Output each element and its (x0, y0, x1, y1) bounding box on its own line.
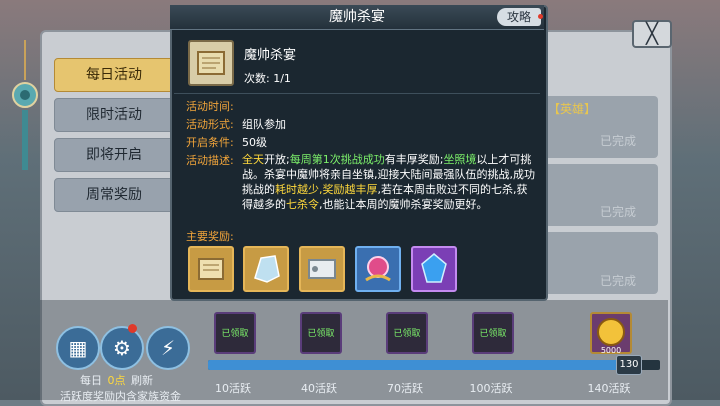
tab-limited-activity[interactable]: 限时活动 (54, 98, 174, 132)
desc-highlight: 耗时越少,奖励越丰厚 (275, 183, 378, 196)
daily-label: 每日 (80, 374, 102, 387)
status-completed: 已完成 (600, 205, 637, 219)
milestone-chest-10[interactable]: 已领取 (214, 312, 256, 354)
calendar-icon: ▦ (68, 336, 88, 360)
gear-icon: ⚙ (113, 336, 131, 360)
activity-progress-fill (208, 360, 628, 370)
lightning-icon: ⚡ (160, 336, 176, 360)
progress-value-badge: 130 (616, 355, 642, 375)
milestone-chest-70[interactable]: 已领取 (386, 312, 428, 354)
milestone-coin-140[interactable]: 5000 (590, 312, 632, 355)
milestone-chest-40[interactable]: 已领取 (300, 312, 342, 354)
reward-scroll-icon[interactable] (188, 246, 234, 292)
milestone-label: 10活跃 (215, 382, 251, 395)
claimed-badge: 已领取 (393, 329, 421, 339)
claimed-badge: 已领取 (307, 329, 335, 339)
desc-highlight: 坐照境 (443, 153, 477, 166)
desc-highlight: 七杀令 (286, 198, 319, 211)
close-button[interactable]: ╳ (632, 20, 672, 48)
divider (174, 93, 540, 94)
desc-highlight: 每周第1次挑战成功 (289, 153, 385, 166)
item-name: 魔帅杀宴 (244, 48, 297, 63)
coin-amount: 5000 (600, 346, 622, 355)
jade-ornament-icon (12, 40, 38, 170)
status-completed: 已完成 (600, 274, 637, 288)
status-completed: 已完成 (600, 134, 637, 148)
guide-button[interactable]: 攻略 (497, 8, 541, 26)
desc-highlight: 全天 (242, 153, 264, 166)
milestone-label: 140活跃 (587, 382, 631, 395)
desc-text: 有丰厚奖励; (384, 153, 444, 166)
refresh-time: 0点 (107, 374, 126, 387)
calendar-button[interactable]: ▦ (56, 326, 100, 370)
condition-value: 50级 (242, 136, 267, 149)
description-key: 活动描述: (186, 154, 234, 167)
reward-crystal-ore-icon[interactable] (243, 246, 289, 292)
hero-tag: 【英雄】 (548, 102, 597, 116)
daily-refresh-text: 每日 0点 刷新 (80, 372, 153, 388)
tab-daily-activity[interactable]: 每日活动 (54, 58, 174, 92)
tab-weekly-rewards[interactable]: 周常奖励 (54, 178, 174, 212)
coin-icon (597, 318, 625, 346)
desc-text: ,也能让本周的魔帅杀宴奖励更好。 (319, 198, 488, 211)
lightning-button[interactable]: ⚡ (146, 326, 190, 370)
rewards-key: 主要奖励: (186, 230, 234, 243)
activity-description: 全天开放;每周第1次挑战成功有丰厚奖励;坐照境以上才可挑战。杀宴中魔帅将亲自坐镇… (242, 152, 538, 212)
footer-text: 活跃度奖励内含家族资金 (60, 390, 181, 403)
reward-orb-icon[interactable] (355, 246, 401, 292)
reward-gem-icon[interactable] (411, 246, 457, 292)
milestone-label: 70活跃 (387, 382, 423, 395)
attempt-count: 次数: 1/1 (244, 72, 291, 85)
milestone-chest-100[interactable]: 已领取 (472, 312, 514, 354)
claimed-badge: 已领取 (479, 329, 507, 339)
time-key: 活动时间: (186, 100, 234, 113)
milestone-label: 40活跃 (301, 382, 337, 395)
condition-key: 开启条件: (186, 136, 234, 149)
milestone-label: 100活跃 (469, 382, 513, 395)
refresh-label: 刷新 (131, 374, 153, 387)
form-value: 组队参加 (242, 118, 286, 131)
desc-text: 开放; (264, 153, 290, 166)
scroll-icon (188, 40, 234, 86)
claimed-badge: 已领取 (221, 329, 249, 339)
guide-dot (538, 14, 543, 19)
tab-upcoming[interactable]: 即将开启 (54, 138, 174, 172)
modal-title: 魔帅杀宴 (170, 5, 544, 30)
settings-button[interactable]: ⚙ (100, 326, 144, 370)
form-key: 活动形式: (186, 118, 234, 131)
reward-scroll-silver-icon[interactable] (299, 246, 345, 292)
notification-dot (128, 324, 137, 333)
